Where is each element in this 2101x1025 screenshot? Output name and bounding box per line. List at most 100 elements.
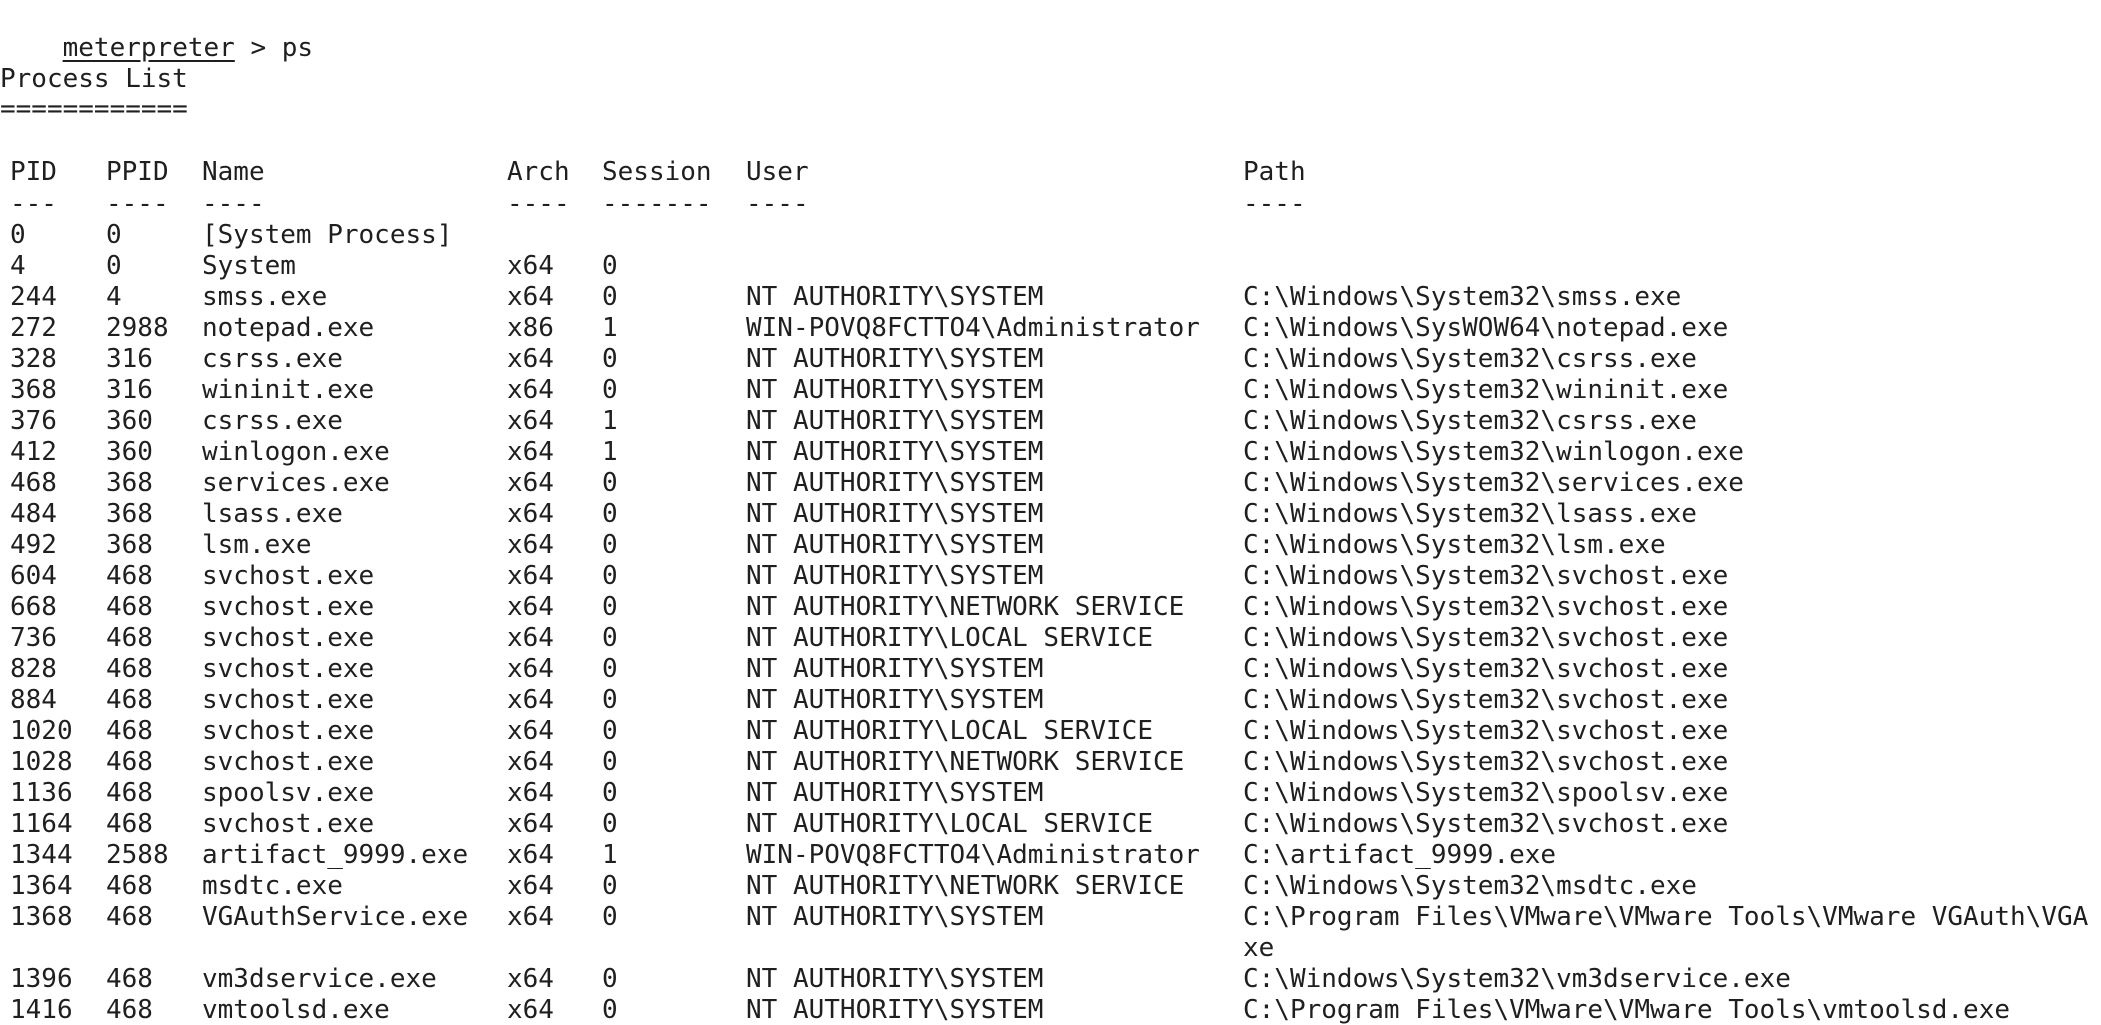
- cell-arch: x64: [507, 902, 554, 932]
- cell-user: NT AUTHORITY\SYSTEM: [746, 437, 1044, 467]
- cell-name: wininit.exe: [202, 375, 375, 405]
- col-ppid: PPID: [106, 157, 169, 187]
- cell-arch: x86: [507, 313, 554, 343]
- cell-user: NT AUTHORITY\SYSTEM: [746, 778, 1044, 808]
- cell-pid: 1368: [10, 902, 73, 932]
- table-row: 668 468 svchost.exe x64 0 NT AUTHORITY\NETWOR…: [0, 592, 2101, 623]
- cell-path: C:\Windows\System32\csrss.exe: [1243, 406, 1697, 436]
- cell-arch: x64: [507, 561, 554, 591]
- cell-ppid: 368: [106, 468, 153, 498]
- cell-session: 0: [602, 964, 618, 994]
- table-row-wrap: xe: [0, 933, 2101, 964]
- cell-pid: 0: [10, 220, 26, 250]
- cell-name: lsass.exe: [202, 499, 343, 529]
- table-row: 328 316 csrss.exe x64 0 NT AUTHORITY\SYSTEM C:…: [0, 344, 2101, 375]
- cell-ppid: 368: [106, 530, 153, 560]
- table-row: 1164 468 svchost.exe x64 0 NT AUTHORITY\LOCAL…: [0, 809, 2101, 840]
- cell-ppid: 468: [106, 995, 153, 1025]
- cell-user: NT AUTHORITY\SYSTEM: [746, 468, 1044, 498]
- cell-ppid: 468: [106, 685, 153, 715]
- cell-ppid: 468: [106, 778, 153, 808]
- cell-ppid: 360: [106, 406, 153, 436]
- table-row: 492 368 lsm.exe x64 0 NT AUTHORITY\SYSTEM C:\W…: [0, 530, 2101, 561]
- cell-ppid: 468: [106, 623, 153, 653]
- cell-name: svchost.exe: [202, 716, 375, 746]
- cell-path: C:\Windows\System32\winlogon.exe: [1243, 437, 1744, 467]
- cell-ppid: 316: [106, 375, 153, 405]
- cell-arch: x64: [507, 747, 554, 777]
- cell-session: 0: [602, 623, 618, 653]
- cell-user: NT AUTHORITY\SYSTEM: [746, 282, 1044, 312]
- cell-path: C:\Windows\System32\wininit.exe: [1243, 375, 1729, 405]
- table-row: 1364 468 msdtc.exe x64 0 NT AUTHORITY\NETWORK…: [0, 871, 2101, 902]
- table-row: 1368 468 VGAuthService.exe x64 0 NT AUTHORITY…: [0, 902, 2101, 933]
- cell-path: C:\Windows\System32\smss.exe: [1243, 282, 1682, 312]
- cell-path: C:\Windows\System32\services.exe: [1243, 468, 1744, 498]
- cell-session: 0: [602, 561, 618, 591]
- cell-name: vmtoolsd.exe: [202, 995, 390, 1025]
- cell-ppid: 360: [106, 437, 153, 467]
- cell-user: NT AUTHORITY\LOCAL SERVICE: [746, 623, 1153, 653]
- terminal-window[interactable]: meterpreter > ps Process List ==========…: [0, 0, 2101, 1025]
- cell-arch: x64: [507, 778, 554, 808]
- cell-ppid: 468: [106, 809, 153, 839]
- table-row: 412 360 winlogon.exe x64 1 NT AUTHORITY\SYSTE…: [0, 437, 2101, 468]
- cell-ppid: 4: [106, 282, 122, 312]
- cell-ppid: 468: [106, 654, 153, 684]
- table-row: 1028 468 svchost.exe x64 0 NT AUTHORITY\NETWO…: [0, 747, 2101, 778]
- cell-path: C:\Windows\System32\csrss.exe: [1243, 344, 1697, 374]
- col-pid: PID: [10, 157, 57, 187]
- cell-pid: 1396: [10, 964, 73, 994]
- cell-ppid: 368: [106, 499, 153, 529]
- col-path: Path: [1243, 157, 1306, 187]
- cell-name: svchost.exe: [202, 685, 375, 715]
- cell-arch: x64: [507, 499, 554, 529]
- dash-user: ----: [746, 189, 809, 219]
- cell-arch: x64: [507, 840, 554, 870]
- cell-arch: x64: [507, 437, 554, 467]
- cell-pid: 272: [10, 313, 57, 343]
- cell-pid: 668: [10, 592, 57, 622]
- cell-pid: 412: [10, 437, 57, 467]
- cell-name: lsm.exe: [202, 530, 312, 560]
- cell-session: 0: [602, 344, 618, 374]
- cell-arch: x64: [507, 251, 554, 281]
- cell-arch: x64: [507, 530, 554, 560]
- cell-pid: 1020: [10, 716, 73, 746]
- cell-ppid: 2988: [106, 313, 169, 343]
- cell-name: smss.exe: [202, 282, 328, 312]
- cell-path: C:\Windows\System32\svchost.exe: [1243, 716, 1729, 746]
- cell-path: C:\Windows\SysWOW64\notepad.exe: [1243, 313, 1729, 343]
- table-row: 484 368 lsass.exe x64 0 NT AUTHORITY\SYSTEM C:…: [0, 499, 2101, 530]
- table-row: 272 2988 notepad.exe x86 1 WIN-POVQ8FCTTO4\Ad…: [0, 313, 2101, 344]
- cell-user: NT AUTHORITY\LOCAL SERVICE: [746, 716, 1153, 746]
- cell-path: C:\Program Files\VMware\VMware Tools\vmt…: [1243, 995, 2011, 1025]
- cell-user: NT AUTHORITY\SYSTEM: [746, 561, 1044, 591]
- cell-name: vm3dservice.exe: [202, 964, 437, 994]
- cell-path: C:\Windows\System32\svchost.exe: [1243, 623, 1729, 653]
- cell-pid: 484: [10, 499, 57, 529]
- cell-arch: x64: [507, 282, 554, 312]
- cell-pid: 468: [10, 468, 57, 498]
- cell-ppid: 2588: [106, 840, 169, 870]
- cell-arch: x64: [507, 406, 554, 436]
- cell-name: [System Process]: [202, 220, 453, 250]
- cell-pid: 492: [10, 530, 57, 560]
- cell-pid: 604: [10, 561, 57, 591]
- dash-session: -------: [602, 189, 712, 219]
- cell-session: 0: [602, 282, 618, 312]
- section-title: Process List: [0, 64, 188, 94]
- cell-user: NT AUTHORITY\LOCAL SERVICE: [746, 809, 1153, 839]
- cell-ppid: 0: [106, 251, 122, 281]
- table-row: 244 4 smss.exe x64 0 NT AUTHORITY\SYSTEM C:\Wi…: [0, 282, 2101, 313]
- cell-path: C:\artifact_9999.exe: [1243, 840, 1557, 870]
- cell-user: WIN-POVQ8FCTTO4\Administrator: [746, 313, 1200, 343]
- cell-name: spoolsv.exe: [202, 778, 375, 808]
- table-row: 1396 468 vm3dservice.exe x64 0 NT AUTHORITY\S…: [0, 964, 2101, 995]
- table-row: 4 0 System x64 0: [0, 251, 2101, 282]
- cell-user: NT AUTHORITY\NETWORK SERVICE: [746, 747, 1185, 777]
- prompt-line: meterpreter > ps: [0, 2, 313, 63]
- cell-name: svchost.exe: [202, 561, 375, 591]
- cell-arch: x64: [507, 344, 554, 374]
- cell-arch: x64: [507, 623, 554, 653]
